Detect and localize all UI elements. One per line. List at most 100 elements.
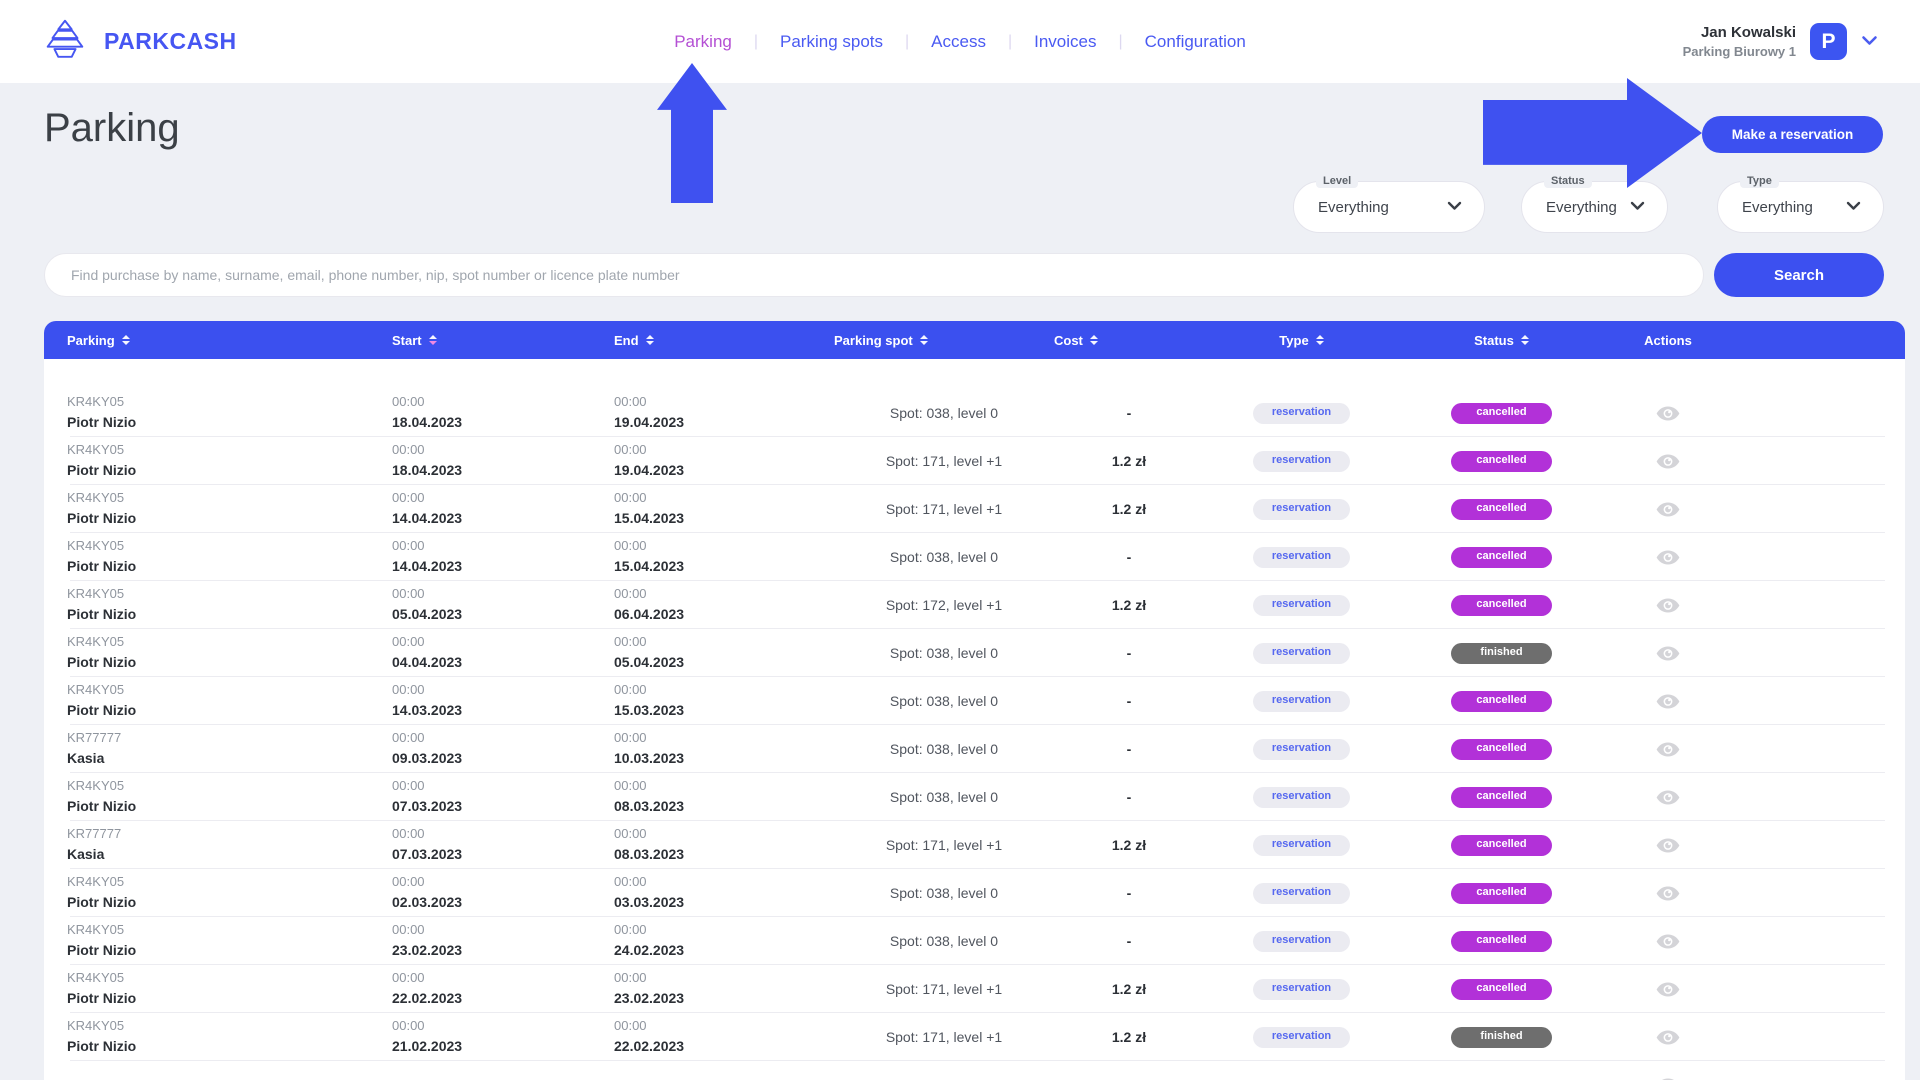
start-date: 14.04.2023 bbox=[392, 508, 614, 528]
end-date: 22.02.2023 bbox=[614, 1036, 834, 1056]
end-date: 15.04.2023 bbox=[614, 556, 834, 576]
nav-item-invoices[interactable]: Invoices bbox=[1032, 32, 1098, 52]
end-date: 08.03.2023 bbox=[614, 796, 834, 816]
view-details-eye-icon[interactable] bbox=[1656, 790, 1680, 805]
sort-icon[interactable] bbox=[1316, 335, 1324, 345]
view-details-eye-icon[interactable] bbox=[1656, 646, 1680, 661]
cost-value: 1.2 zł bbox=[1112, 979, 1146, 999]
view-details-eye-icon[interactable] bbox=[1656, 694, 1680, 709]
licence-plate: KR4KY05 bbox=[67, 777, 392, 796]
status-badge: cancelled bbox=[1451, 979, 1552, 1000]
view-details-eye-icon[interactable] bbox=[1656, 550, 1680, 565]
sort-icon[interactable] bbox=[1090, 335, 1098, 345]
level-filter-label: Level bbox=[1316, 174, 1358, 188]
status-filter-label: Status bbox=[1544, 174, 1592, 188]
parking-spot: Spot: 038, level 0 bbox=[890, 931, 998, 951]
search-input[interactable] bbox=[44, 253, 1704, 297]
customer-name: Piotr Nizio bbox=[67, 700, 392, 720]
nav-separator: | bbox=[1008, 33, 1012, 51]
status-badge: cancelled bbox=[1451, 931, 1552, 952]
cost-value: - bbox=[1127, 547, 1132, 567]
sort-icon[interactable] bbox=[646, 335, 654, 345]
status-filter-select[interactable]: Status Everything bbox=[1521, 181, 1668, 233]
customer-name: Kasia bbox=[67, 844, 392, 864]
end-date: 15.04.2023 bbox=[614, 508, 834, 528]
parking-spot: Spot: 171, level +1 bbox=[886, 1027, 1002, 1047]
end-date: 24.02.2023 bbox=[614, 940, 834, 960]
view-details-eye-icon[interactable] bbox=[1656, 454, 1680, 469]
type-badge: reservation bbox=[1253, 883, 1350, 904]
type-filter-select[interactable]: Type Everything bbox=[1717, 181, 1884, 233]
table-row: KR4KY05 Piotr Nizio 00:00 14.04.2023 00:… bbox=[44, 533, 1905, 581]
licence-plate: KR77777 bbox=[67, 729, 392, 748]
parking-spot: Spot: 172, level +1 bbox=[886, 595, 1002, 615]
nav-item-access[interactable]: Access bbox=[929, 32, 988, 52]
parking-spot: Spot: 038, level 0 bbox=[890, 883, 998, 903]
type-filter-label: Type bbox=[1740, 174, 1779, 188]
type-badge: reservation bbox=[1253, 595, 1350, 616]
table-row: KR4KY05 Piotr Nizio 00:00 22.02.2023 00:… bbox=[44, 965, 1905, 1013]
sort-icon[interactable] bbox=[429, 335, 437, 345]
type-badge: reservation bbox=[1253, 643, 1350, 664]
parking-spot: Spot: 038, level 0 bbox=[890, 547, 998, 567]
nav-item-parking[interactable]: Parking bbox=[672, 32, 734, 52]
licence-plate: KR4KY05 bbox=[67, 633, 392, 652]
start-time: 00:00 bbox=[392, 873, 614, 892]
column-header-label: Parking spot bbox=[834, 333, 913, 348]
nav-separator: | bbox=[1119, 33, 1123, 51]
end-date: 23.02.2023 bbox=[614, 988, 834, 1008]
licence-plate: KR4KY05 bbox=[67, 1076, 392, 1080]
column-header[interactable]: Cost bbox=[1054, 333, 1204, 348]
column-header[interactable]: Type bbox=[1204, 333, 1399, 348]
make-reservation-button[interactable]: Make a reservation bbox=[1702, 116, 1883, 153]
column-header-label: Type bbox=[1279, 333, 1308, 348]
sort-icon[interactable] bbox=[122, 335, 130, 345]
chevron-down-icon[interactable] bbox=[1861, 33, 1878, 51]
licence-plate: KR4KY05 bbox=[67, 681, 392, 700]
view-details-eye-icon[interactable] bbox=[1656, 406, 1680, 421]
column-header-label: Cost bbox=[1054, 333, 1083, 348]
view-details-eye-icon[interactable] bbox=[1656, 502, 1680, 517]
column-header[interactable]: End bbox=[614, 333, 834, 348]
parking-spot: Spot: 038, level 0 bbox=[890, 739, 998, 759]
start-time: 00:00 bbox=[392, 825, 614, 844]
start-date: 04.04.2023 bbox=[392, 652, 614, 672]
status-badge: cancelled bbox=[1451, 835, 1552, 856]
start-time: 00:00 bbox=[392, 1076, 614, 1080]
column-header[interactable]: Status bbox=[1399, 333, 1604, 348]
end-time: 00:00 bbox=[614, 1017, 834, 1036]
parking-spot: Spot: 171, level +1 bbox=[886, 979, 1002, 999]
view-details-eye-icon[interactable] bbox=[1656, 934, 1680, 949]
column-header[interactable]: Parking spot bbox=[834, 333, 1054, 348]
status-badge: finished bbox=[1451, 643, 1552, 664]
type-filter-value: Everything bbox=[1742, 199, 1813, 216]
view-details-eye-icon[interactable] bbox=[1656, 838, 1680, 853]
view-details-eye-icon[interactable] bbox=[1656, 1030, 1680, 1045]
view-details-eye-icon[interactable] bbox=[1656, 886, 1680, 901]
end-time: 00:00 bbox=[614, 777, 834, 796]
main-nav: Parking|Parking spots|Access|Invoices|Co… bbox=[0, 0, 1920, 83]
search-button[interactable]: Search bbox=[1714, 253, 1884, 297]
view-details-eye-icon[interactable] bbox=[1656, 982, 1680, 997]
end-time: 00:00 bbox=[614, 489, 834, 508]
avatar[interactable]: P bbox=[1810, 23, 1847, 60]
view-details-eye-icon[interactable] bbox=[1656, 742, 1680, 757]
column-header[interactable]: Parking bbox=[44, 333, 392, 348]
start-date: 18.04.2023 bbox=[392, 412, 614, 432]
start-date: 02.03.2023 bbox=[392, 892, 614, 912]
start-date: 21.02.2023 bbox=[392, 1036, 614, 1056]
sort-icon[interactable] bbox=[920, 335, 928, 345]
table-row: KR4KY05 00:00 00:00 bbox=[44, 1061, 1905, 1080]
status-badge: finished bbox=[1451, 1027, 1552, 1048]
view-details-eye-icon[interactable] bbox=[1656, 598, 1680, 613]
table-row: KR4KY05 Piotr Nizio 00:00 21.02.2023 00:… bbox=[44, 1013, 1905, 1061]
nav-item-parking-spots[interactable]: Parking spots bbox=[778, 32, 885, 52]
nav-item-configuration[interactable]: Configuration bbox=[1143, 32, 1248, 52]
user-menu[interactable]: Jan Kowalski Parking Biurowy 1 P bbox=[1683, 0, 1878, 83]
table-row: KR4KY05 Piotr Nizio 00:00 02.03.2023 00:… bbox=[44, 869, 1905, 917]
level-filter-select[interactable]: Level Everything bbox=[1293, 181, 1485, 233]
sort-icon[interactable] bbox=[1521, 335, 1529, 345]
column-header[interactable]: Start bbox=[392, 333, 614, 348]
column-header[interactable]: Actions bbox=[1604, 333, 1732, 348]
end-time: 00:00 bbox=[614, 873, 834, 892]
